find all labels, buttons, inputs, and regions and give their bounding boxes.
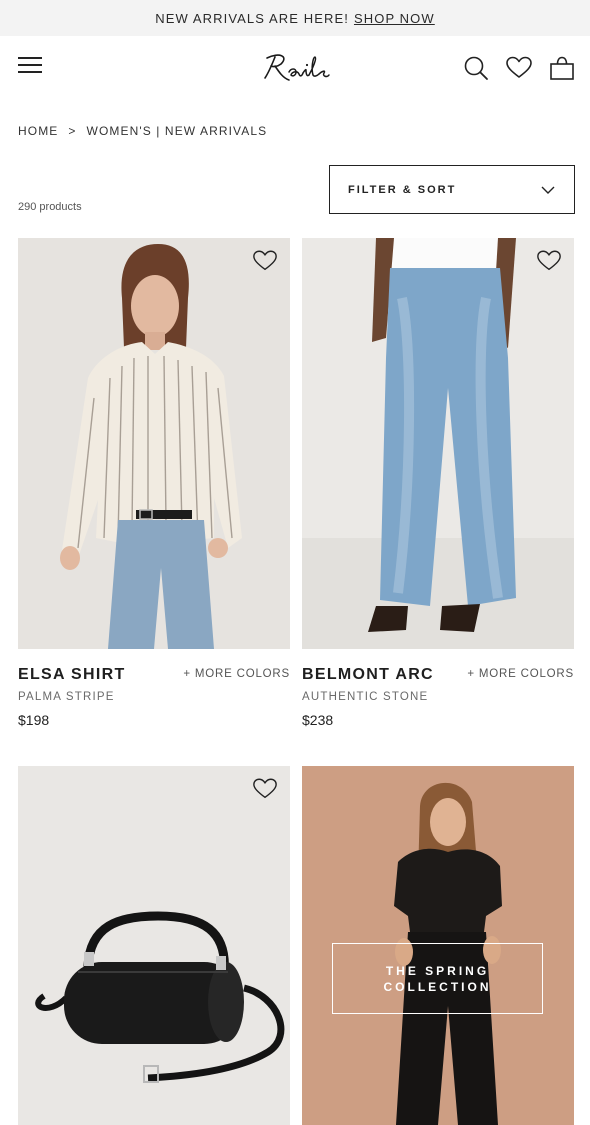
promo-text: NEW ARRIVALS ARE HERE!: [155, 10, 349, 26]
more-colors-link[interactable]: + MORE COLORS: [183, 668, 290, 680]
search-icon[interactable]: [462, 54, 490, 82]
more-colors-link[interactable]: + MORE COLORS: [467, 668, 574, 680]
wishlist-heart-icon[interactable]: [536, 248, 562, 274]
site-header: [0, 36, 590, 98]
spring-collection-link[interactable]: THE SPRING COLLECTION: [332, 943, 543, 1014]
product-name[interactable]: ELSA SHIRT: [18, 666, 126, 684]
product-image[interactable]: [18, 766, 290, 1125]
menu-icon[interactable]: [18, 54, 44, 76]
collection-promo-tile: THE SPRING COLLECTION: [302, 766, 574, 1125]
product-image[interactable]: [302, 238, 574, 649]
product-color: AUTHENTIC STONE: [302, 691, 429, 703]
filter-sort-button[interactable]: FILTER & SORT: [329, 165, 575, 214]
product-color: PALMA STRIPE: [18, 691, 115, 703]
product-price: $238: [302, 712, 334, 728]
rails-logo[interactable]: [255, 48, 337, 88]
wishlist-heart-icon[interactable]: [252, 776, 278, 802]
product-name[interactable]: BELMONT ARC: [302, 666, 434, 684]
promo-bar: NEW ARRIVALS ARE HERE! SHOP NOW: [0, 0, 590, 36]
shop-now-link[interactable]: SHOP NOW: [354, 11, 435, 26]
breadcrumb-home[interactable]: HOME: [18, 124, 58, 138]
bag-icon[interactable]: [548, 54, 576, 82]
product-card: BELMONT ARC + MORE COLORS AUTHENTIC STON…: [302, 238, 574, 738]
breadcrumb-current[interactable]: WOMEN'S | NEW ARRIVALS: [87, 124, 268, 138]
product-card: ELSA SHIRT + MORE COLORS PALMA STRIPE $1…: [18, 238, 290, 738]
product-count: 290 products: [18, 201, 82, 213]
wishlist-heart-icon[interactable]: [252, 248, 278, 274]
filter-sort-label: FILTER & SORT: [348, 183, 457, 196]
product-price: $198: [18, 712, 50, 728]
heart-icon[interactable]: [505, 54, 533, 82]
breadcrumb-separator: >: [68, 124, 77, 138]
breadcrumb: HOME > WOMEN'S | NEW ARRIVALS: [18, 124, 267, 138]
product-image[interactable]: [18, 238, 290, 649]
chevron-down-icon: [541, 186, 555, 194]
product-card: [18, 766, 290, 1125]
